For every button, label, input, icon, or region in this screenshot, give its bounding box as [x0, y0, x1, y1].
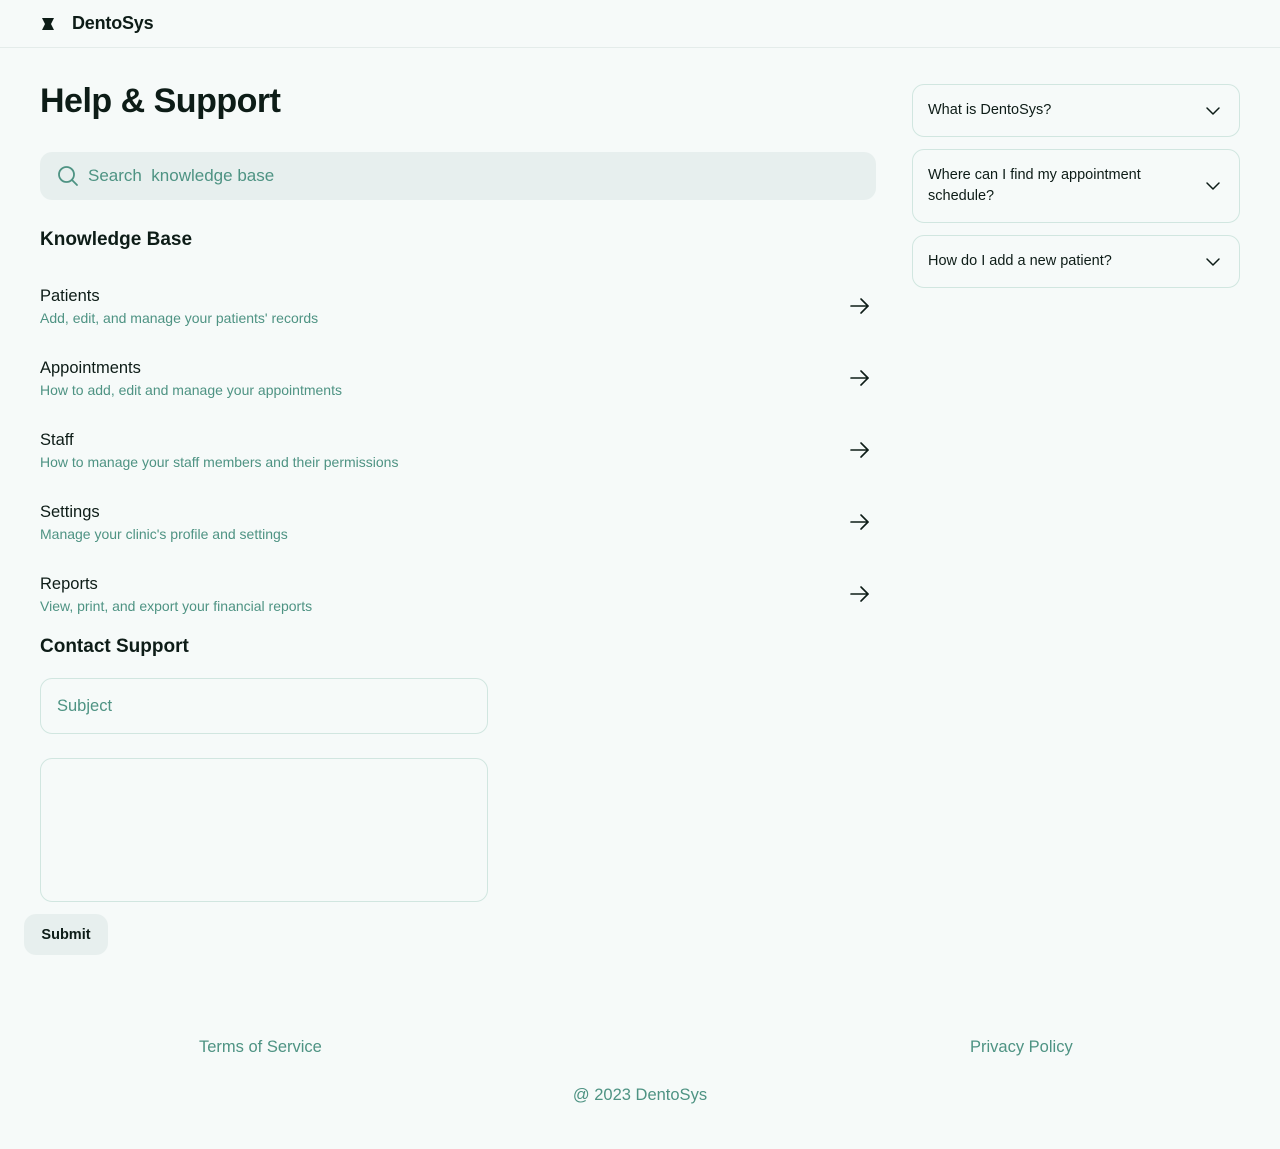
chevron-down-icon[interactable] — [1203, 252, 1223, 272]
faq-question: What is DentoSys? — [928, 102, 1052, 118]
kb-item-title: Appointments — [40, 358, 141, 377]
bookmark-icon — [40, 16, 56, 32]
faq-question: Where can I find my appointment schedule… — [928, 167, 1141, 204]
knowledge-base-heading: Knowledge Base — [40, 229, 193, 250]
kb-item-title: Settings — [40, 502, 100, 521]
arrow-right-icon[interactable] — [848, 510, 872, 534]
top-bar: DentoSys — [0, 0, 1280, 48]
contact-support-heading: Contact Support — [40, 636, 189, 657]
brand-name[interactable]: DentoSys — [72, 13, 154, 34]
chevron-down-icon[interactable] — [1203, 176, 1223, 196]
faq-question: How do I add a new patient? — [928, 253, 1112, 269]
copyright: @ 2023 DentoSys — [572, 1086, 708, 1104]
search-icon — [56, 164, 80, 188]
message-textarea[interactable] — [40, 758, 488, 902]
kb-item-staff[interactable]: Staff How to manage your staff members a… — [40, 414, 876, 486]
page-title: Help & Support — [40, 82, 281, 120]
kb-item-description: How to manage your staff members and the… — [40, 453, 399, 470]
kb-item-settings[interactable]: Settings Manage your clinic's profile an… — [40, 486, 876, 558]
arrow-right-icon[interactable] — [848, 582, 872, 606]
faq-item-what-is-dentosys[interactable]: What is DentoSys? — [912, 84, 1240, 137]
knowledge-base-list: Patients Add, edit, and manage your pati… — [40, 270, 876, 630]
arrow-right-icon[interactable] — [848, 438, 872, 462]
kb-item-description: Manage your clinic's profile and setting… — [40, 525, 288, 542]
kb-item-description: How to add, edit and manage your appoint… — [40, 381, 342, 398]
search-input[interactable] — [88, 166, 848, 186]
kb-item-reports[interactable]: Reports View, print, and export your fin… — [40, 558, 876, 630]
faq-item-appointment-schedule[interactable]: Where can I find my appointment schedule… — [912, 149, 1240, 223]
kb-item-patients[interactable]: Patients Add, edit, and manage your pati… — [40, 270, 876, 342]
arrow-right-icon[interactable] — [848, 366, 872, 390]
faq-item-add-patient[interactable]: How do I add a new patient? — [912, 235, 1240, 288]
kb-item-description: Add, edit, and manage your patients' rec… — [40, 309, 319, 326]
kb-item-title: Reports — [40, 574, 98, 593]
arrow-right-icon[interactable] — [848, 294, 872, 318]
terms-of-service-link[interactable]: Terms of Service — [199, 1038, 322, 1057]
subject-field[interactable] — [40, 678, 488, 734]
kb-item-title: Staff — [40, 430, 74, 449]
kb-item-title: Patients — [40, 286, 100, 305]
search-bar[interactable] — [40, 152, 876, 200]
submit-button[interactable]: Submit — [24, 914, 108, 955]
kb-item-description: View, print, and export your financial r… — [40, 597, 313, 614]
privacy-policy-link[interactable]: Privacy Policy — [970, 1038, 1073, 1057]
kb-item-appointments[interactable]: Appointments How to add, edit and manage… — [40, 342, 876, 414]
chevron-down-icon[interactable] — [1203, 101, 1223, 121]
